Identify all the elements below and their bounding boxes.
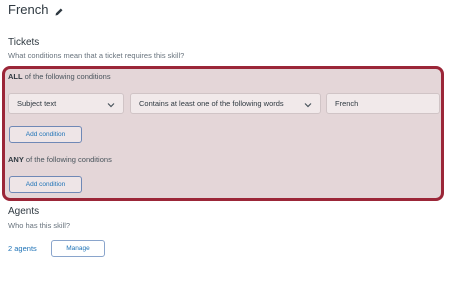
tickets-heading: Tickets: [8, 37, 40, 48]
chevron-down-icon: [107, 101, 115, 107]
add-all-condition-label: Add condition: [25, 131, 66, 138]
all-conditions-label: ALL of the following conditions: [8, 72, 111, 81]
condition-field-value: Subject text: [17, 99, 57, 108]
agents-count-link[interactable]: 2 agents: [8, 244, 37, 253]
pencil-icon[interactable]: [54, 5, 64, 15]
any-conditions-label: ANY of the following conditions: [8, 155, 112, 164]
all-keyword: ALL: [8, 72, 23, 81]
manage-agents-button[interactable]: Manage: [51, 240, 105, 257]
condition-value-input[interactable]: French: [326, 93, 440, 114]
tickets-description: What conditions mean that a ticket requi…: [8, 51, 185, 60]
add-all-condition-button[interactable]: Add condition: [9, 126, 82, 143]
condition-operator-value: Contains at least one of the following w…: [139, 99, 284, 108]
manage-agents-label: Manage: [66, 245, 90, 252]
add-any-condition-button[interactable]: Add condition: [9, 176, 82, 193]
agents-heading: Agents: [8, 206, 40, 217]
agents-description: Who has this skill?: [8, 221, 71, 230]
condition-operator-select[interactable]: Contains at least one of the following w…: [130, 93, 321, 114]
condition-field-select[interactable]: Subject text: [8, 93, 124, 114]
condition-value-text: French: [335, 99, 359, 108]
all-conditions-text: of the following conditions: [22, 72, 111, 81]
skill-name: French: [8, 2, 49, 17]
add-any-condition-label: Add condition: [25, 181, 66, 188]
chevron-down-icon: [304, 101, 312, 107]
skill-title: French: [8, 2, 64, 17]
any-keyword: ANY: [8, 155, 24, 164]
any-conditions-text: of the following conditions: [23, 155, 112, 164]
